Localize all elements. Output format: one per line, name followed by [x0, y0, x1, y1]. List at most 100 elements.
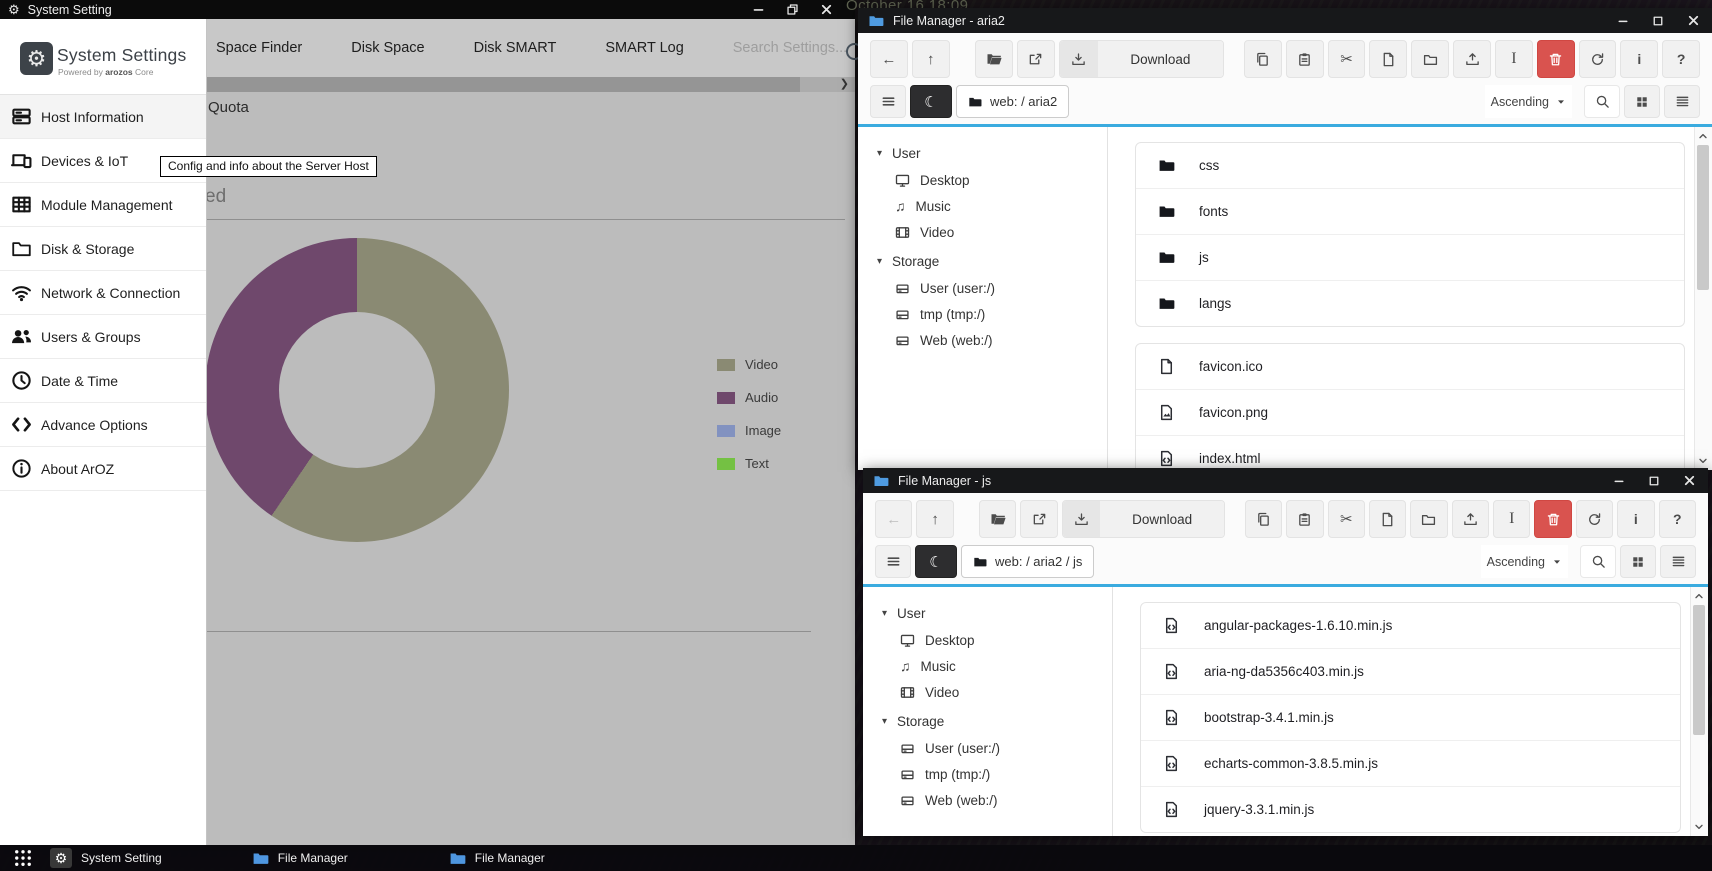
- tree-section-storage[interactable]: ▾Storage: [858, 245, 1107, 275]
- tab-disk-space[interactable]: Disk Space: [351, 40, 424, 56]
- open-folder-button[interactable]: [979, 500, 1016, 538]
- vertical-scrollbar[interactable]: [1690, 587, 1708, 836]
- up-button[interactable]: ↑: [916, 500, 953, 538]
- delete-button[interactable]: [1534, 500, 1571, 538]
- menu-button[interactable]: [870, 85, 906, 118]
- new-file-button[interactable]: [1369, 500, 1406, 538]
- list-item[interactable]: favicon.ico: [1136, 344, 1684, 390]
- paste-button[interactable]: [1286, 40, 1324, 78]
- tree-section-user[interactable]: ▾User: [863, 597, 1112, 627]
- sort-dropdown[interactable]: Ascending: [1481, 545, 1568, 578]
- tree-item-tmp-drive[interactable]: tmp (tmp:/): [858, 301, 1107, 327]
- upload-button[interactable]: [1453, 40, 1491, 78]
- back-button[interactable]: ←: [875, 500, 912, 538]
- minimize-button[interactable]: [1616, 14, 1630, 28]
- taskbar-item-file-manager-1[interactable]: File Manager: [252, 850, 348, 867]
- tab-smart-log[interactable]: SMART Log: [605, 40, 683, 56]
- list-item[interactable]: jquery-3.3.1.min.js: [1141, 787, 1680, 832]
- tree-item-user-drive[interactable]: User (user:/): [858, 275, 1107, 301]
- sidebar-item-module-management[interactable]: Module Management: [0, 183, 206, 227]
- list-view-button[interactable]: [1664, 85, 1700, 118]
- app-launcher-button[interactable]: [13, 848, 33, 868]
- list-item[interactable]: bootstrap-3.4.1.min.js: [1141, 695, 1680, 741]
- maximize-button[interactable]: [1647, 474, 1661, 488]
- search-button[interactable]: [1580, 545, 1616, 578]
- list-item[interactable]: echarts-common-3.8.5.min.js: [1141, 741, 1680, 787]
- fm-js-titlebar[interactable]: File Manager - js: [863, 468, 1708, 493]
- refresh-button[interactable]: [1576, 500, 1613, 538]
- refresh-button[interactable]: [1579, 40, 1617, 78]
- vertical-scrollbar[interactable]: [1694, 127, 1712, 470]
- up-button[interactable]: ↑: [912, 40, 950, 78]
- restore-button[interactable]: [785, 3, 799, 17]
- taskbar-item-system-setting[interactable]: ⚙ System Setting: [50, 848, 162, 868]
- tree-item-tmp-drive[interactable]: tmp (tmp:/): [863, 761, 1112, 787]
- dark-mode-button[interactable]: ☾: [910, 85, 952, 118]
- list-item[interactable]: js: [1136, 235, 1684, 281]
- tree-section-storage[interactable]: ▾Storage: [863, 705, 1112, 735]
- sidebar-item-date-time[interactable]: Date & Time: [0, 359, 206, 403]
- search-button[interactable]: [1584, 85, 1620, 118]
- new-folder-button[interactable]: [1410, 500, 1447, 538]
- maximize-button[interactable]: [1651, 14, 1665, 28]
- download-button[interactable]: Download: [1059, 40, 1225, 78]
- list-view-button[interactable]: [1660, 545, 1696, 578]
- scrollbar-thumb[interactable]: [206, 77, 800, 92]
- cut-button[interactable]: ✂: [1328, 40, 1366, 78]
- tree-item-music[interactable]: ♫Music: [863, 653, 1112, 679]
- tab-disk-smart[interactable]: Disk SMART: [474, 40, 557, 56]
- close-button[interactable]: [819, 3, 833, 17]
- scrollbar-thumb[interactable]: [1693, 605, 1705, 735]
- rename-ibeam-button[interactable]: I: [1495, 40, 1533, 78]
- tree-item-web-drive[interactable]: Web (web:/): [863, 787, 1112, 813]
- tree-section-user[interactable]: ▾User: [858, 137, 1107, 167]
- tree-item-video[interactable]: Video: [858, 219, 1107, 245]
- scrollbar-thumb[interactable]: [1697, 145, 1709, 290]
- tree-item-web-drive[interactable]: Web (web:/): [858, 327, 1107, 353]
- breadcrumb[interactable]: web: / aria2 / js: [961, 545, 1094, 578]
- settings-search-placeholder[interactable]: Search Settings...: [733, 40, 847, 56]
- help-button[interactable]: ?: [1662, 40, 1700, 78]
- sidebar-item-users-groups[interactable]: Users & Groups: [0, 315, 206, 359]
- fm-aria2-titlebar[interactable]: File Manager - aria2: [858, 8, 1712, 33]
- tree-item-video[interactable]: Video: [863, 679, 1112, 705]
- rename-ibeam-button[interactable]: I: [1493, 500, 1530, 538]
- paste-button[interactable]: [1286, 500, 1323, 538]
- download-button[interactable]: Download: [1062, 500, 1226, 538]
- list-item[interactable]: aria-ng-da5356c403.min.js: [1141, 649, 1680, 695]
- list-item[interactable]: favicon.png: [1136, 390, 1684, 436]
- chevron-right-icon[interactable]: ❯: [840, 77, 849, 92]
- sidebar-item-about-aroz[interactable]: About ArOZ: [0, 447, 206, 491]
- breadcrumb[interactable]: web: / aria2: [956, 85, 1069, 118]
- list-item[interactable]: langs: [1136, 281, 1684, 326]
- tree-item-user-drive[interactable]: User (user:/): [863, 735, 1112, 761]
- sidebar-item-advance-options[interactable]: Advance Options: [0, 403, 206, 447]
- grid-view-button[interactable]: [1624, 85, 1660, 118]
- copy-button[interactable]: [1244, 40, 1282, 78]
- close-button[interactable]: [1686, 14, 1700, 28]
- info-button[interactable]: i: [1620, 40, 1658, 78]
- copy-button[interactable]: [1245, 500, 1282, 538]
- tree-item-desktop[interactable]: Desktop: [858, 167, 1107, 193]
- horizontal-scrollbar[interactable]: ❯: [206, 77, 855, 92]
- sort-dropdown[interactable]: Ascending: [1485, 85, 1572, 118]
- back-button[interactable]: ←: [870, 40, 908, 78]
- tree-item-music[interactable]: ♫Music: [858, 193, 1107, 219]
- help-button[interactable]: ?: [1659, 500, 1696, 538]
- list-item[interactable]: css: [1136, 143, 1684, 189]
- sidebar-item-disk-storage[interactable]: Disk & Storage: [0, 227, 206, 271]
- open-folder-button[interactable]: [975, 40, 1013, 78]
- taskbar-item-file-manager-2[interactable]: File Manager: [449, 850, 545, 867]
- tree-item-desktop[interactable]: Desktop: [863, 627, 1112, 653]
- open-external-button[interactable]: [1017, 40, 1055, 78]
- grid-view-button[interactable]: [1620, 545, 1656, 578]
- sidebar-item-host-information[interactable]: Host Information: [0, 95, 206, 139]
- open-external-button[interactable]: [1020, 500, 1057, 538]
- new-file-button[interactable]: [1369, 40, 1407, 78]
- list-item[interactable]: angular-packages-1.6.10.min.js: [1141, 603, 1680, 649]
- minimize-button[interactable]: [751, 3, 765, 17]
- info-button[interactable]: i: [1617, 500, 1654, 538]
- upload-button[interactable]: [1452, 500, 1489, 538]
- dark-mode-button[interactable]: ☾: [915, 545, 957, 578]
- list-item[interactable]: index.html: [1136, 436, 1684, 470]
